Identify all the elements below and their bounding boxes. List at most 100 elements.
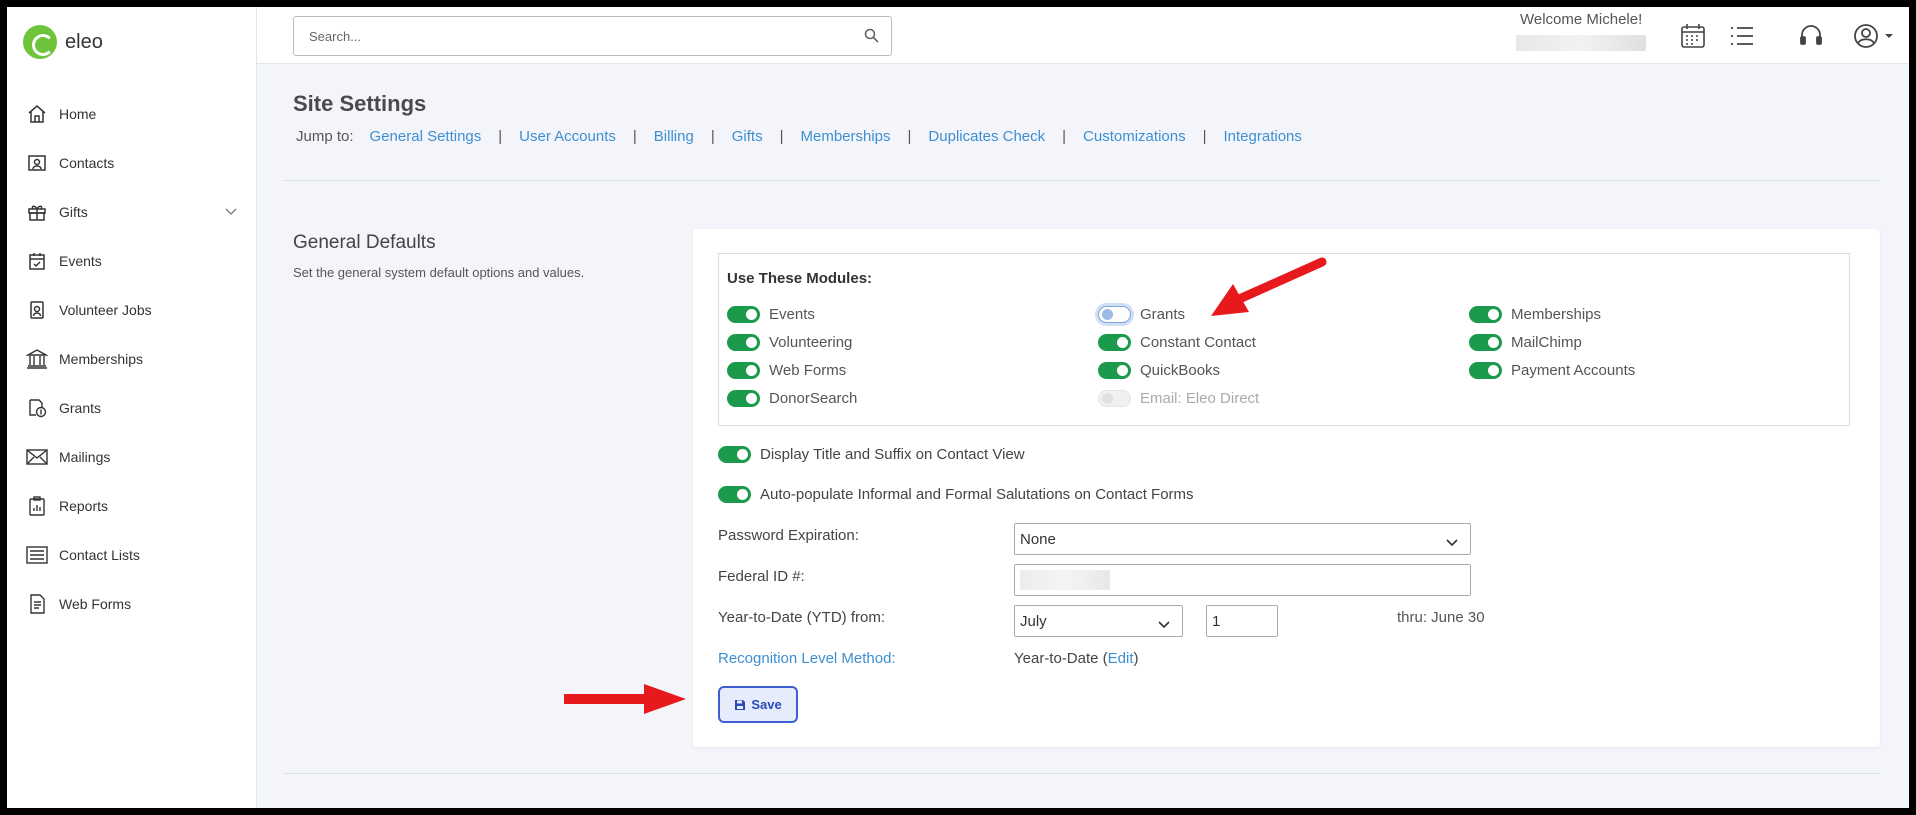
toggle-switch[interactable] [718,446,751,463]
sidebar-item-memberships[interactable]: Memberships [7,334,257,383]
separator: | [710,128,715,145]
module-grants[interactable]: Grants [1098,306,1185,323]
federal-id-input[interactable] [1014,564,1471,596]
sidebar-item-contact-lists[interactable]: Contact Lists [7,530,257,579]
option-label: Auto-populate Informal and Formal Saluta… [760,486,1194,503]
toggle-switch[interactable] [718,486,751,503]
module-volunteering[interactable]: Volunteering [727,334,852,351]
jump-link-integrations[interactable]: Integrations [1224,128,1302,145]
sidebar-item-mailings[interactable]: Mailings [7,432,257,481]
sidebar-item-events[interactable]: Events [7,236,257,285]
jump-link-user-accounts[interactable]: User Accounts [519,128,616,145]
gift-icon [25,200,49,224]
toggle-switch[interactable] [1098,362,1131,379]
sidebar-item-gifts[interactable]: Gifts [7,187,257,236]
module-label: Payment Accounts [1511,362,1636,379]
search-box [293,16,892,56]
ytd-day-input[interactable]: 1 [1206,605,1278,637]
jump-link-billing[interactable]: Billing [654,128,694,145]
logo[interactable]: eleo [23,25,103,59]
save-button[interactable]: Save [718,686,798,723]
envelope-icon [25,445,49,469]
option-auto-populate[interactable]: Auto-populate Informal and Formal Saluta… [718,486,1194,503]
module-label: Web Forms [769,362,847,379]
redacted-value [1020,570,1110,590]
toggle-switch[interactable] [727,390,760,407]
module-quickbooks[interactable]: QuickBooks [1098,362,1220,379]
jump-link-general-settings[interactable]: General Settings [370,128,482,145]
home-icon [25,102,49,126]
toggle-switch[interactable] [727,306,760,323]
module-label: Memberships [1511,306,1602,323]
toggle-switch[interactable] [1469,306,1502,323]
toggle-switch [1098,390,1131,407]
module-mailchimp[interactable]: MailChimp [1469,334,1582,351]
sidebar-item-label: Events [59,252,102,269]
building-icon [25,347,49,371]
module-label: DonorSearch [769,390,858,407]
chevron-down-icon[interactable] [225,203,237,219]
chevron-down-icon [1446,534,1458,551]
sidebar-item-label: Mailings [59,448,111,465]
recognition-value-text: Year-to-Date [1014,650,1099,667]
toggle-switch[interactable] [1469,362,1502,379]
jump-link-duplicates-check[interactable]: Duplicates Check [928,128,1045,145]
calendar-grid-icon[interactable] [1678,21,1708,51]
ytd-month-select[interactable]: July [1014,605,1183,637]
sidebar: eleo Home Contacts Gifts Events Voluntee… [7,7,257,808]
toggle-switch[interactable] [727,334,760,351]
app-window: eleo Home Contacts Gifts Events Voluntee… [7,7,1909,808]
sidebar-item-label: Gifts [59,203,88,220]
jump-link-gifts[interactable]: Gifts [732,128,763,145]
task-list-icon[interactable] [1727,21,1757,51]
search-icon[interactable] [864,28,879,48]
sidebar-item-volunteer-jobs[interactable]: Volunteer Jobs [7,285,257,334]
toggle-switch[interactable] [1098,306,1131,323]
sidebar-item-home[interactable]: Home [7,89,257,138]
eleo-logo-icon [23,25,57,59]
module-events[interactable]: Events [727,306,815,323]
headset-icon[interactable] [1796,21,1826,51]
ytd-from-label: Year-to-Date (YTD) from: [718,609,885,626]
select-value: July [1020,612,1047,630]
report-icon [25,494,49,518]
recognition-level-value: Year-to-Date (Edit) [1014,650,1139,667]
module-label: QuickBooks [1140,362,1221,379]
module-payment-accounts[interactable]: Payment Accounts [1469,362,1635,379]
module-constant-contact[interactable]: Constant Contact [1098,334,1256,351]
sidebar-item-contacts[interactable]: Contacts [7,138,257,187]
save-label: Save [751,697,782,712]
ytd-thru-text: thru: June 30 [1397,609,1485,626]
module-web-forms[interactable]: Web Forms [727,362,846,379]
module-donorsearch[interactable]: DonorSearch [727,390,857,407]
sidebar-item-label: Grants [59,399,102,416]
sidebar-item-label: Contact Lists [59,546,140,563]
modules-title: Use These Modules: [727,270,873,287]
module-label: Volunteering [769,334,853,351]
sidebar-item-label: Volunteer Jobs [59,301,152,318]
toggle-switch[interactable] [1098,334,1131,351]
section-description: Set the general system default options a… [293,265,585,280]
module-label: Constant Contact [1140,334,1256,351]
sidebar-item-grants[interactable]: Grants [7,383,257,432]
sidebar-item-reports[interactable]: Reports [7,481,257,530]
toggle-switch[interactable] [727,362,760,379]
sidebar-item-web-forms[interactable]: Web Forms [7,579,257,628]
list-icon [25,543,49,567]
module-memberships[interactable]: Memberships [1469,306,1601,323]
sidebar-nav: Home Contacts Gifts Events Volunteer Job… [7,89,257,628]
recognition-edit-link[interactable]: Edit [1108,650,1134,667]
toggle-switch[interactable] [1469,334,1502,351]
jump-link-customizations[interactable]: Customizations [1083,128,1186,145]
option-display-title[interactable]: Display Title and Suffix on Contact View [718,446,1025,463]
redacted-user-name [1516,35,1646,51]
user-menu-icon[interactable] [1852,21,1896,51]
sidebar-item-label: Home [59,105,97,122]
password-expiration-label: Password Expiration: [718,527,859,544]
recognition-level-link[interactable]: Recognition Level Method: [718,650,896,667]
password-expiration-select[interactable]: None [1014,523,1471,555]
jump-link-memberships[interactable]: Memberships [800,128,890,145]
badge-icon [25,298,49,322]
search-input[interactable] [294,17,854,55]
separator: | [779,128,784,145]
